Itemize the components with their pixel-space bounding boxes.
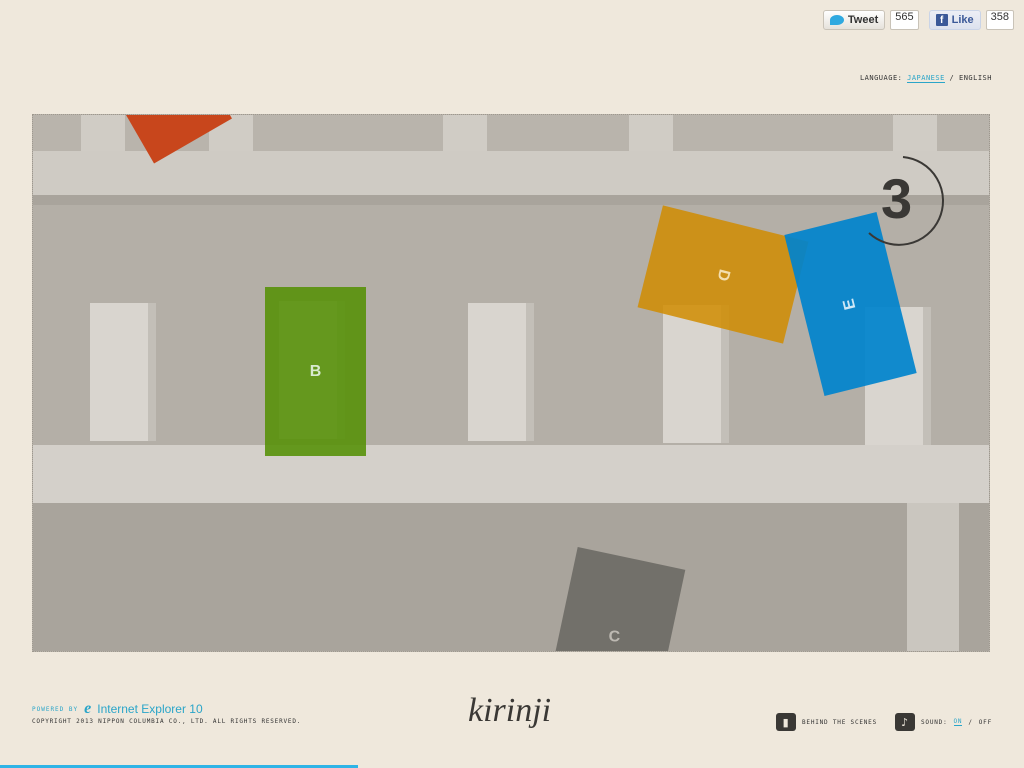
kirinji-logo[interactable]: kirinji <box>468 692 551 730</box>
sound-separator: / <box>968 718 973 726</box>
tile-d-label: D <box>713 266 734 283</box>
shelf-post <box>629 115 673 151</box>
behind-scenes-label: BEHIND THE SCENES <box>802 718 878 726</box>
internet-explorer-icon: e <box>84 700 92 717</box>
wooden-block <box>468 303 534 441</box>
shelf-top-rail <box>33 151 989 195</box>
tweet-count: 565 <box>890 10 919 30</box>
tile-e-label: E <box>840 296 860 312</box>
video-camera-icon: ▮ <box>776 713 796 731</box>
ie-link[interactable]: Internet Explorer 10 <box>97 702 202 716</box>
facebook-f-icon: f <box>935 14 948 26</box>
level-counter: 3 <box>865 153 951 249</box>
language-label: LANGUAGE: <box>859 74 903 82</box>
tweet-button[interactable]: Tweet <box>822 10 886 30</box>
copyright: COPYRIGHT 2013 NIPPON COLUMBIA CO., LTD.… <box>32 718 302 725</box>
wooden-block <box>90 303 156 441</box>
sound-on-toggle[interactable]: ON <box>953 718 963 726</box>
shelf-vertical-post <box>907 503 959 651</box>
sound-off-toggle[interactable]: OFF <box>979 719 992 726</box>
language-separator: / <box>949 74 955 82</box>
tweet-widget: Tweet 565 <box>822 10 919 30</box>
sound-label: SOUND: <box>921 718 948 726</box>
tile-c-label: C <box>608 628 621 646</box>
behind-scenes-button[interactable]: ▮ BEHIND THE SCENES <box>776 713 877 731</box>
game-stage[interactable]: B D E C 3 <box>32 114 990 652</box>
language-japanese-link[interactable]: JAPANESE <box>907 74 945 83</box>
shelf-plank <box>33 445 989 503</box>
social-buttons: Tweet 565 f Like 358 <box>822 10 1014 30</box>
shelf-rail-shadow <box>33 195 989 205</box>
language-english-link[interactable]: ENGLISH <box>959 74 992 82</box>
counter-number: 3 <box>881 167 913 230</box>
shelf-post <box>81 115 125 151</box>
twitter-bird-icon <box>829 15 844 25</box>
sound-control: ♪ SOUND: ON / OFF <box>895 713 992 731</box>
powered-by: POWERED BY e Internet Explorer 10 <box>32 700 203 718</box>
shelf-lower <box>33 503 989 651</box>
music-note-icon: ♪ <box>895 713 916 731</box>
like-button[interactable]: f Like <box>928 10 981 30</box>
like-count: 358 <box>985 10 1014 30</box>
shelf-post <box>443 115 487 151</box>
like-label: Like <box>951 14 974 26</box>
language-switcher: LANGUAGE: JAPANESE / ENGLISH <box>859 74 992 83</box>
tweet-label: Tweet <box>847 14 879 26</box>
tile-b[interactable]: B <box>265 287 366 456</box>
powered-by-label: POWERED BY <box>32 705 79 713</box>
shelf-post <box>893 115 937 151</box>
footer-controls: ▮ BEHIND THE SCENES ♪ SOUND: ON / OFF <box>776 713 992 731</box>
like-widget: f Like 358 <box>928 10 1014 30</box>
